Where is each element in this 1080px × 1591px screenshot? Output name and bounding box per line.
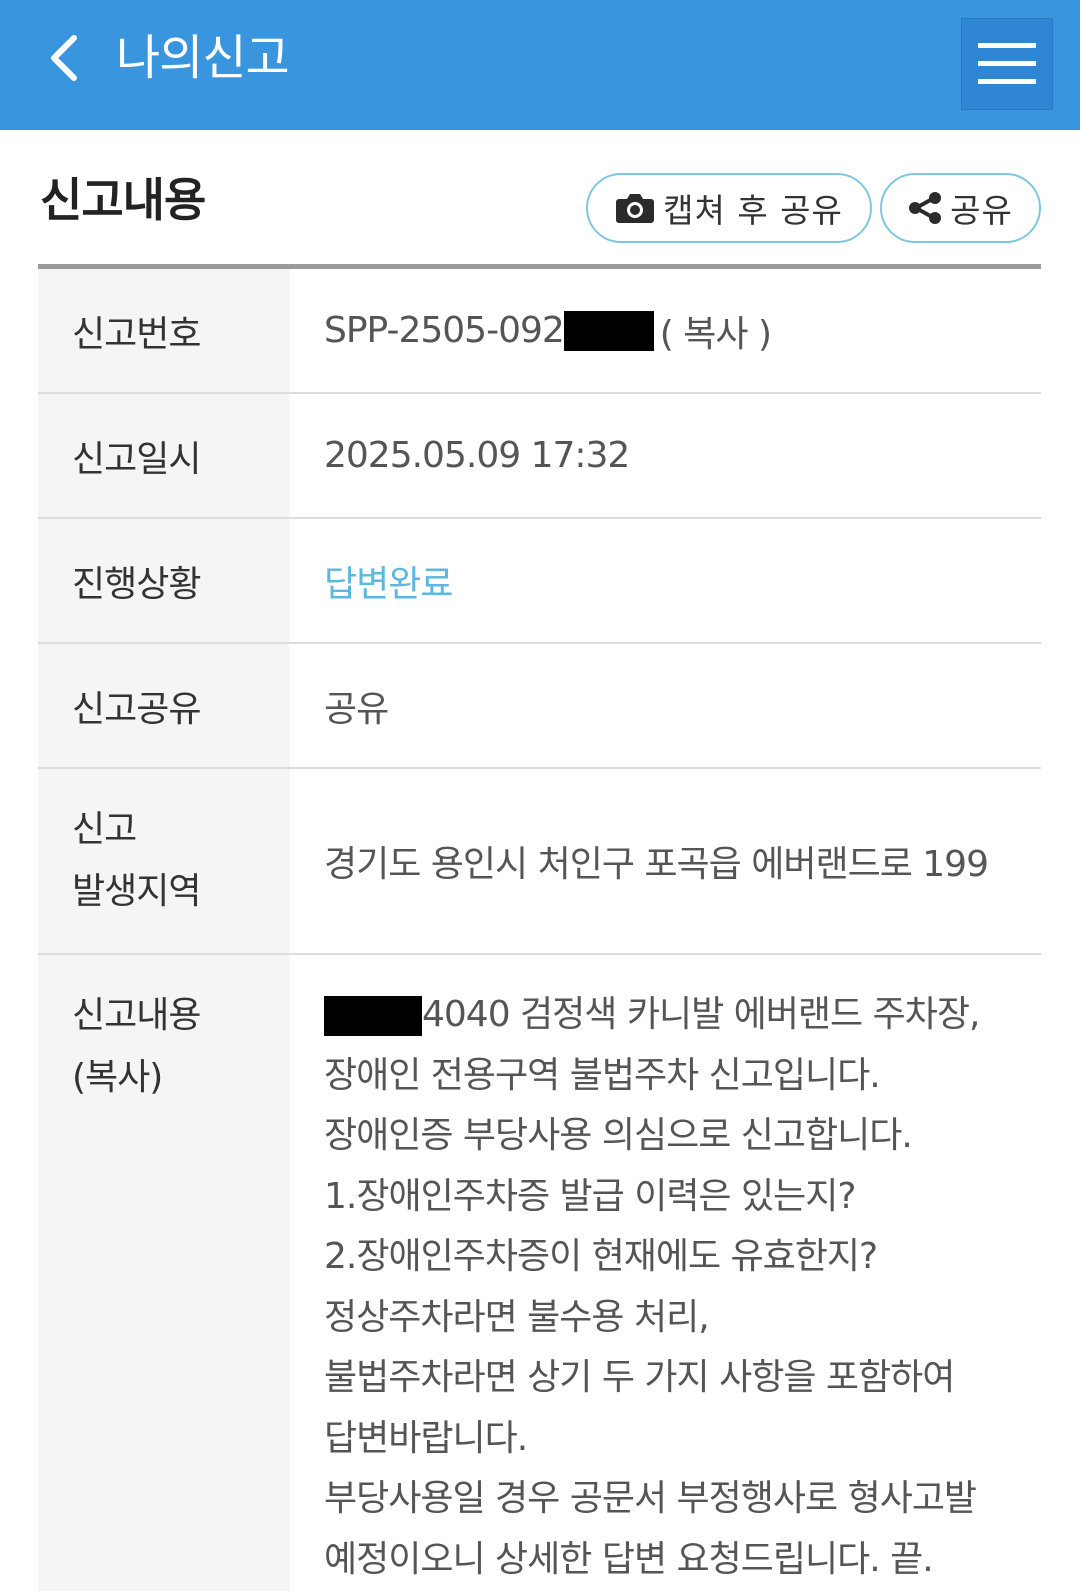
share-label: 공유 bbox=[950, 191, 1013, 230]
report-content-first-line: 4040 검정색 카니발 에버랜드 주차장, bbox=[422, 994, 980, 1035]
row-report-sharing: 신고공유 공유 bbox=[38, 644, 1041, 769]
report-number-value-cell: SPP-2505-092 ( 복사 ) bbox=[290, 269, 1041, 392]
progress-status-value: 답변완료 bbox=[324, 563, 453, 605]
capture-share-label: 캡쳐 후 공유 bbox=[663, 191, 843, 230]
report-datetime-value: 2025.05.09 17:32 bbox=[324, 435, 630, 476]
row-progress-status: 진행상황 답변완료 bbox=[38, 519, 1041, 644]
back-button[interactable] bbox=[34, 28, 94, 88]
report-content-line: 답변바랍니다. bbox=[324, 1417, 528, 1459]
redacted-block bbox=[324, 996, 422, 1036]
row-report-number: 신고번호 SPP-2505-092 ( 복사 ) bbox=[38, 269, 1041, 394]
report-content-line: 불법주차라면 상기 두 가지 사항을 포함하여 bbox=[324, 1357, 955, 1398]
report-location-label-line2: 발생지역 bbox=[72, 871, 201, 912]
report-number-label: 신고번호 bbox=[72, 313, 201, 355]
row-report-content: 신고내용 (복사) 4040 검정색 카니발 에버랜드 주차장, 장애인 전용구… bbox=[38, 955, 1041, 1591]
report-location-label: 신고 발생지역 bbox=[38, 769, 290, 953]
section-title: 신고내용 bbox=[40, 173, 206, 227]
report-content-line: 예정이오니 상세한 답변 요청드립니다. 끝. bbox=[324, 1538, 934, 1580]
report-datetime-label: 신고일시 bbox=[72, 438, 201, 480]
progress-status-label: 진행상황 bbox=[72, 563, 201, 605]
report-location-value: 경기도 용인시 처인구 포곡읍 에버랜드로 199 bbox=[324, 844, 989, 885]
camera-icon bbox=[615, 191, 655, 225]
report-content-line: 장애인증 부당사용 의심으로 신고합니다. bbox=[324, 1115, 913, 1156]
report-detail-table: 신고번호 SPP-2505-092 ( 복사 ) 신고일시 2025.05.09… bbox=[38, 264, 1041, 1591]
page-title: 나의신고 bbox=[116, 30, 290, 86]
chevron-left-icon bbox=[51, 35, 77, 81]
report-content-line: 4040 검정색 카니발 에버랜드 주차장, bbox=[324, 985, 1021, 1046]
copy-report-number-button[interactable]: ( 복사 ) bbox=[660, 305, 772, 357]
row-report-datetime: 신고일시 2025.05.09 17:32 bbox=[38, 394, 1041, 519]
report-sharing-value: 공유 bbox=[324, 688, 389, 730]
report-content-label-line2: (복사) bbox=[72, 1057, 163, 1098]
hamburger-menu-icon bbox=[978, 43, 1036, 84]
report-content-line: 장애인 전용구역 불법주차 신고입니다. bbox=[324, 1054, 881, 1096]
report-content-label: 신고내용 (복사) bbox=[38, 955, 290, 1109]
share-button[interactable]: 공유 bbox=[880, 173, 1041, 243]
report-content-line: 정상주차라면 불수용 처리, bbox=[324, 1296, 710, 1338]
menu-button[interactable] bbox=[961, 18, 1053, 110]
report-content-label-line1: 신고내용 bbox=[72, 995, 201, 1036]
report-content-value: 4040 검정색 카니발 에버랜드 주차장, 장애인 전용구역 불법주차 신고입… bbox=[290, 955, 1041, 1590]
app-bar: 나의신고 bbox=[0, 0, 1080, 130]
share-icon bbox=[908, 191, 942, 225]
capture-share-button[interactable]: 캡쳐 후 공유 bbox=[586, 173, 872, 243]
row-report-location: 신고 발생지역 경기도 용인시 처인구 포곡읍 에버랜드로 199 bbox=[38, 769, 1041, 955]
report-content-line: 부당사용일 경우 공문서 부정행사로 형사고발 bbox=[324, 1478, 977, 1519]
report-location-label-line1: 신고 bbox=[72, 809, 137, 850]
report-content-line: 2.장애인주차증이 현재에도 유효한지? bbox=[324, 1236, 878, 1277]
redacted-block bbox=[563, 310, 654, 351]
report-content-line: 1.장애인주차증 발급 이력은 있는지? bbox=[324, 1175, 856, 1217]
report-number-value: SPP-2505-092 bbox=[324, 310, 565, 351]
report-sharing-label: 신고공유 bbox=[72, 688, 201, 730]
